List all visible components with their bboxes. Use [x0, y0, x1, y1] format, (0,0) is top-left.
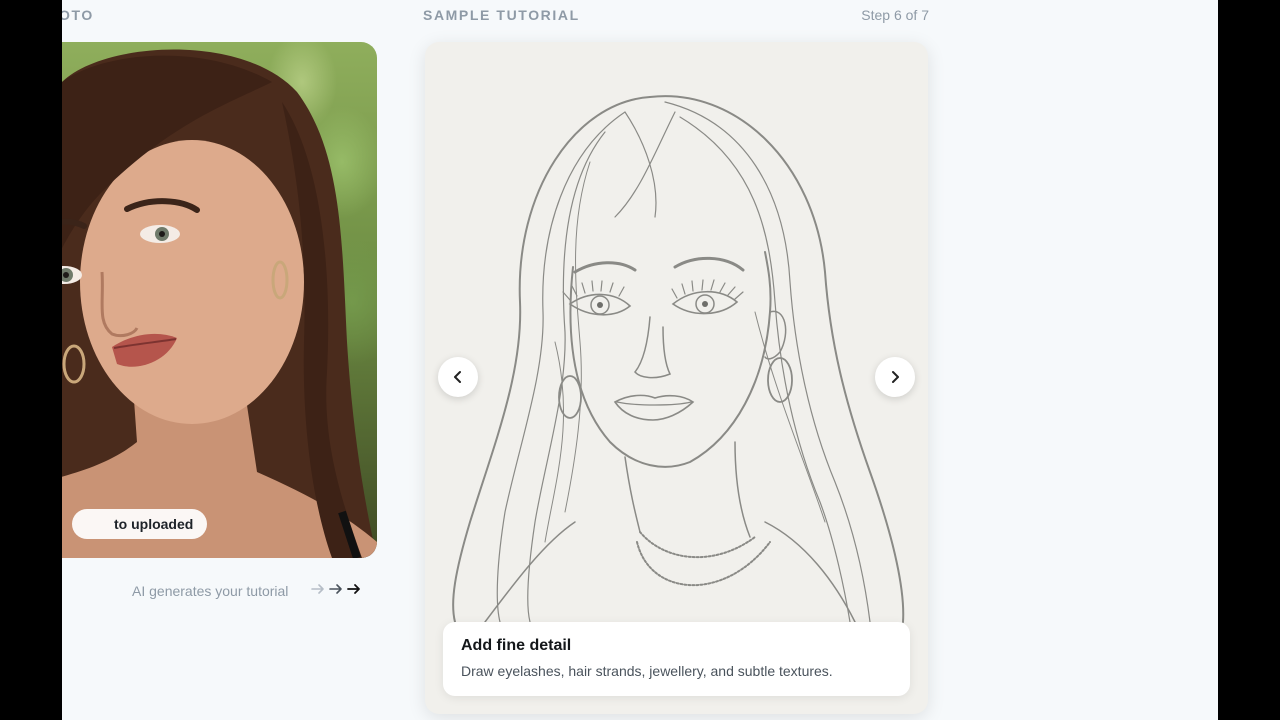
chevron-left-icon — [454, 371, 461, 383]
arrow-right-icon — [329, 584, 342, 594]
photo-section-label: oto — [62, 7, 94, 23]
chevron-right-icon — [892, 371, 899, 383]
pencil-sketch-image — [452, 95, 905, 623]
next-step-button[interactable] — [875, 357, 915, 397]
tutorial-card: Add fine detail Draw eyelashes, hair str… — [425, 42, 928, 714]
tutorial-section-label: Sample Tutorial — [423, 7, 580, 23]
portrait-photo — [62, 49, 377, 558]
step-title: Add fine detail — [461, 637, 572, 654]
uploaded-photo-card: to uploaded — [62, 42, 377, 558]
previous-step-button[interactable] — [438, 357, 478, 397]
photo-uploaded-badge: to uploaded — [72, 509, 208, 539]
step-info-panel: Add fine detail Draw eyelashes, hair str… — [443, 622, 910, 696]
ai-generates-caption: AI generates your tutorial — [132, 583, 289, 599]
arrow-right-icon — [311, 584, 324, 594]
flow-arrows — [310, 581, 362, 597]
tutorial-demo-section: oto — [62, 0, 1218, 720]
step-description: Draw eyelashes, hair strands, jewellery,… — [461, 663, 833, 679]
step-counter: Step 6 of 7 — [861, 7, 929, 23]
arrow-right-icon — [347, 584, 360, 594]
